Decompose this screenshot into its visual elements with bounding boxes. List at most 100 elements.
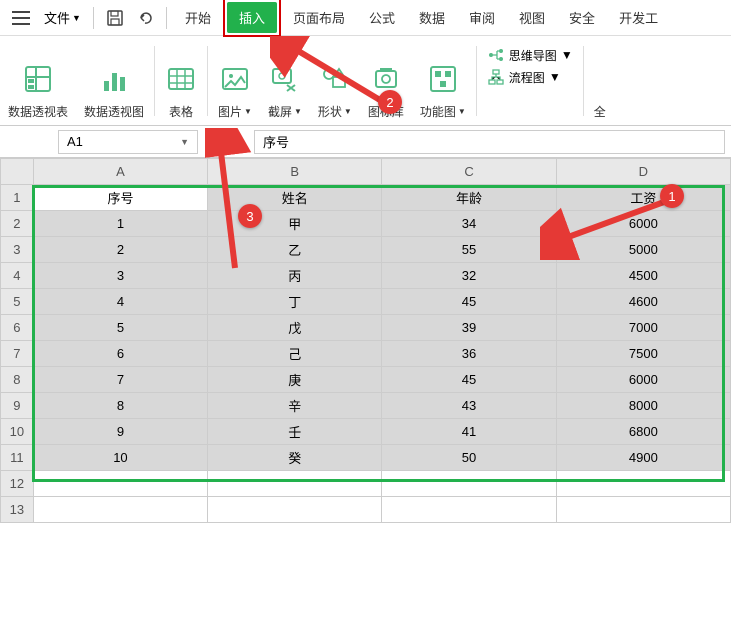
cell[interactable]: 9 xyxy=(33,419,207,445)
cell[interactable]: 5000 xyxy=(556,237,730,263)
row-header[interactable]: 10 xyxy=(1,419,34,445)
cell[interactable]: 乙 xyxy=(208,237,382,263)
row-header[interactable]: 8 xyxy=(1,367,34,393)
cell[interactable]: 41 xyxy=(382,419,556,445)
row-header[interactable]: 2 xyxy=(1,211,34,237)
cell[interactable] xyxy=(208,471,382,497)
cell[interactable]: 年龄 xyxy=(382,185,556,211)
cell[interactable]: 8000 xyxy=(556,393,730,419)
cell[interactable]: 己 xyxy=(208,341,382,367)
cell[interactable]: 4 xyxy=(33,289,207,315)
formula-input[interactable]: 序号 xyxy=(254,130,725,154)
save-icon[interactable] xyxy=(100,5,130,31)
cell[interactable]: 甲 xyxy=(208,211,382,237)
cell[interactable]: 工资 xyxy=(556,185,730,211)
cell[interactable]: 50 xyxy=(382,445,556,471)
cell[interactable]: 辛 xyxy=(208,393,382,419)
col-header-c[interactable]: C xyxy=(382,159,556,185)
undo-icon[interactable] xyxy=(130,5,160,31)
cell[interactable]: 丁 xyxy=(208,289,382,315)
cell[interactable]: 7000 xyxy=(556,315,730,341)
cell[interactable] xyxy=(556,497,730,523)
row-header[interactable]: 11 xyxy=(1,445,34,471)
cell[interactable]: 36 xyxy=(382,341,556,367)
table-button[interactable]: 表格 xyxy=(157,42,205,120)
row-header[interactable]: 13 xyxy=(1,497,34,523)
cell[interactable]: 32 xyxy=(382,263,556,289)
all-button[interactable]: 全 xyxy=(586,42,614,120)
cell[interactable] xyxy=(33,497,207,523)
cell[interactable]: 丙 xyxy=(208,263,382,289)
cancel-icon[interactable] xyxy=(204,134,220,150)
cell[interactable]: 4500 xyxy=(556,263,730,289)
row-header[interactable]: 6 xyxy=(1,315,34,341)
row-header[interactable]: 12 xyxy=(1,471,34,497)
cell[interactable] xyxy=(33,471,207,497)
flowchart-button[interactable]: 流程图▼ xyxy=(487,68,573,86)
cell[interactable]: 庚 xyxy=(208,367,382,393)
row-header[interactable]: 1 xyxy=(1,185,34,211)
cell[interactable]: 5 xyxy=(33,315,207,341)
fx-icon[interactable]: fx xyxy=(232,134,248,150)
mindmap-button[interactable]: 思维导图▼ xyxy=(487,46,573,64)
tab-home[interactable]: 开始 xyxy=(173,2,223,33)
cell[interactable] xyxy=(556,471,730,497)
cell-reference-box[interactable]: A1 ▼ xyxy=(58,130,198,154)
pivot-chart-button[interactable]: 数据透视图 xyxy=(76,42,152,120)
cell[interactable]: 3 xyxy=(33,263,207,289)
cell[interactable] xyxy=(382,471,556,497)
cell[interactable]: 43 xyxy=(382,393,556,419)
select-all-corner[interactable] xyxy=(1,159,34,185)
col-header-d[interactable]: D xyxy=(556,159,730,185)
cell[interactable]: 癸 xyxy=(208,445,382,471)
col-header-a[interactable]: A xyxy=(33,159,207,185)
cell[interactable]: 序号 xyxy=(33,185,207,211)
cell[interactable]: 戊 xyxy=(208,315,382,341)
cell[interactable]: 4600 xyxy=(556,289,730,315)
tab-view[interactable]: 视图 xyxy=(507,2,557,33)
cell[interactable]: 姓名 xyxy=(208,185,382,211)
cell[interactable]: 39 xyxy=(382,315,556,341)
cell[interactable] xyxy=(382,497,556,523)
cell[interactable]: 45 xyxy=(382,367,556,393)
tab-review[interactable]: 审阅 xyxy=(457,2,507,33)
cell[interactable]: 6000 xyxy=(556,367,730,393)
cell[interactable]: 6000 xyxy=(556,211,730,237)
row-header[interactable]: 3 xyxy=(1,237,34,263)
cell[interactable]: 1 xyxy=(33,211,207,237)
cell[interactable]: 45 xyxy=(382,289,556,315)
file-menu[interactable]: 文件 ▼ xyxy=(38,4,87,31)
cell[interactable]: 7500 xyxy=(556,341,730,367)
tab-page-layout[interactable]: 页面布局 xyxy=(281,2,357,33)
cell[interactable]: 2 xyxy=(33,237,207,263)
screenshot-button[interactable]: 截屏▼ xyxy=(260,42,310,120)
table-icon xyxy=(165,59,197,99)
cell[interactable]: 34 xyxy=(382,211,556,237)
cell[interactable] xyxy=(208,497,382,523)
row-header[interactable]: 4 xyxy=(1,263,34,289)
cell[interactable]: 6800 xyxy=(556,419,730,445)
cell[interactable]: 55 xyxy=(382,237,556,263)
cell[interactable]: 壬 xyxy=(208,419,382,445)
row-header[interactable]: 5 xyxy=(1,289,34,315)
pivot-table-button[interactable]: 数据透视表 xyxy=(0,42,76,120)
picture-button[interactable]: 图片▼ xyxy=(210,42,260,120)
tab-insert[interactable]: 插入 xyxy=(227,2,277,33)
cell[interactable]: 7 xyxy=(33,367,207,393)
smartart-button[interactable]: 功能图▼ xyxy=(412,42,474,120)
shapes-button[interactable]: 形状▼ xyxy=(310,42,360,120)
tab-formulas[interactable]: 公式 xyxy=(357,2,407,33)
tab-data[interactable]: 数据 xyxy=(407,2,457,33)
cell[interactable]: 10 xyxy=(33,445,207,471)
row-header[interactable]: 9 xyxy=(1,393,34,419)
col-header-b[interactable]: B xyxy=(208,159,382,185)
cell[interactable]: 6 xyxy=(33,341,207,367)
spreadsheet[interactable]: A B C D 1 序号 姓名 年龄 工资 21甲346000 32乙55500… xyxy=(0,158,731,523)
row-header[interactable]: 7 xyxy=(1,341,34,367)
icons-button[interactable]: 图标库 xyxy=(360,42,412,120)
tab-security[interactable]: 安全 xyxy=(557,2,607,33)
tab-developer[interactable]: 开发工 xyxy=(607,2,670,33)
hamburger-menu[interactable] xyxy=(4,7,38,29)
cell[interactable]: 8 xyxy=(33,393,207,419)
cell[interactable]: 4900 xyxy=(556,445,730,471)
